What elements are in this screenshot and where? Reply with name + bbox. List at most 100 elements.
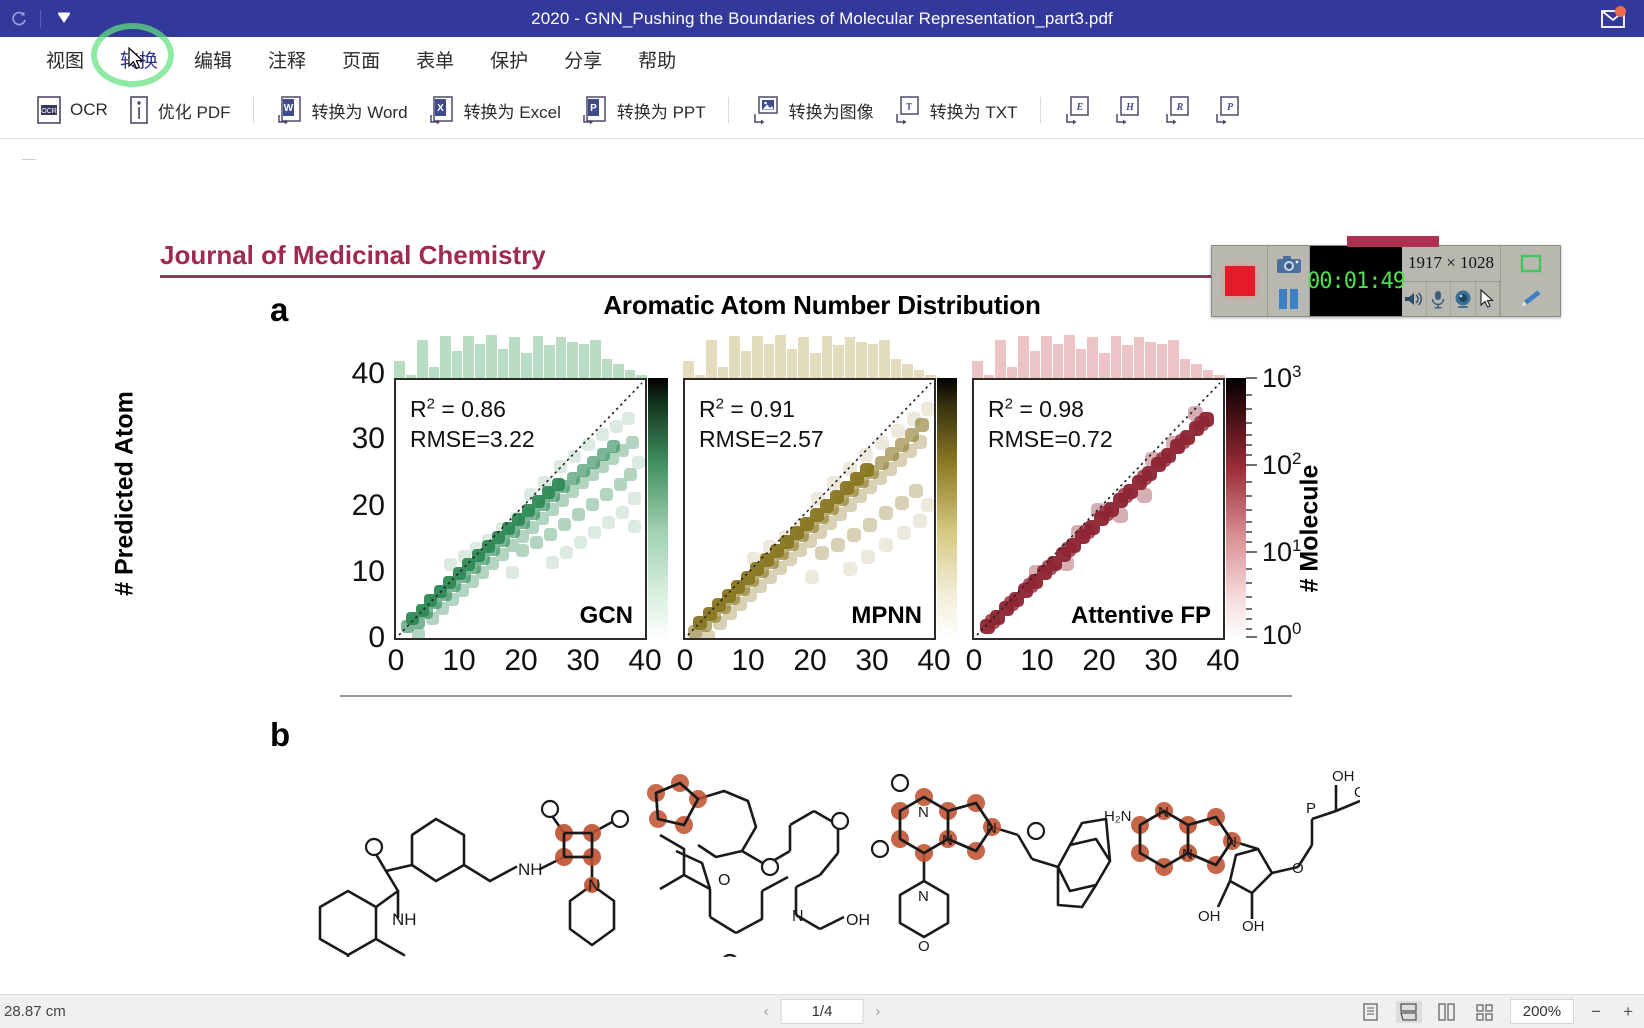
stop-icon (1224, 266, 1255, 296)
panel-gcn[interactable]: R2 = 0.86 RMSE=3.22 GCN (394, 378, 647, 640)
svg-text:P: P (1226, 102, 1233, 113)
panel-separator-rule (340, 695, 1292, 697)
optimize-pdf-label: 优化 PDF (157, 102, 231, 122)
pencil-icon (1520, 288, 1542, 307)
convert-to-txt-button[interactable]: T 转换为 TXT (884, 91, 1028, 129)
page-navigator: ‹ 1/4 › (758, 999, 887, 1024)
next-page-button[interactable]: › (869, 1003, 886, 1020)
page-number-input[interactable]: 1/4 (780, 999, 864, 1024)
recorder-pointer-button[interactable] (1476, 281, 1500, 316)
convert-to-excel-button[interactable]: X 转换为 Excel (418, 91, 571, 129)
panel-mpnn-stats: R2 = 0.91 RMSE=2.57 (699, 394, 824, 455)
recorder-annotate-button[interactable] (1501, 281, 1560, 316)
convert-to-rtf-button[interactable]: R (1153, 91, 1203, 129)
menu-form[interactable]: 表单 (398, 42, 472, 77)
convert-to-txt-label: 转换为 TXT (929, 102, 1018, 122)
panel-mpnn-r2: R2 = 0.91 (699, 395, 795, 422)
region-icon (1520, 254, 1541, 272)
zoom-out-button[interactable]: − (1586, 1002, 1606, 1022)
svg-text:N: N (1182, 846, 1193, 863)
view-mode-grid[interactable] (1472, 1001, 1498, 1023)
recorder-stop-button[interactable] (1212, 246, 1268, 316)
panel-mpnn-colorbar (937, 378, 957, 640)
recorder-tool-row (1402, 280, 1500, 316)
refresh-icon[interactable] (8, 8, 30, 30)
panel-attentivefp-x-tick-10: 10 (1020, 644, 1054, 677)
panel-mpnn-rmse: RMSE=2.57 (699, 426, 824, 453)
menu-edit[interactable]: 编辑 (176, 42, 250, 77)
recorder-region-button[interactable] (1501, 246, 1560, 281)
convert-to-image-label: 转换为图像 (788, 102, 874, 122)
panel-mpnn-x-tick-10: 10 (731, 644, 765, 677)
ocr-button[interactable]: OCR OCR (26, 91, 118, 129)
convert-to-html-button[interactable]: H (1103, 91, 1153, 129)
prev-page-button[interactable]: ‹ (758, 1003, 775, 1020)
panel-attentivefp[interactable]: R2 = 0.98 RMSE=0.72 Attentive FP (972, 378, 1225, 640)
word-icon: W (276, 95, 304, 125)
svg-text:R: R (1175, 102, 1183, 113)
convert-to-ppt-label: 转换为 PPT (616, 102, 706, 122)
panel-attentivefp-x-tick-40: 40 (1206, 644, 1240, 677)
recorder-timer: 00:01:49 (1307, 246, 1406, 316)
zoom-level-input[interactable]: 200% (1509, 999, 1575, 1024)
view-mode-two-page[interactable] (1434, 1001, 1460, 1023)
window-title: 2020 - GNN_Pushing the Boundaries of Mol… (531, 8, 1113, 28)
menu-page[interactable]: 页面 (324, 42, 398, 77)
zoom-in-button[interactable]: + (1618, 1002, 1638, 1022)
menu-view[interactable]: 视图 (28, 42, 102, 77)
recorder-right-section: 1917 × 1028 (1402, 246, 1500, 316)
measurement-readout: 28.87 cm (4, 1003, 66, 1020)
svg-text:O: O (1354, 784, 1360, 801)
menu-share[interactable]: 分享 (546, 42, 620, 77)
y-axis-label: # Predicted Atom (110, 391, 139, 596)
recorder-speaker-button[interactable] (1402, 281, 1427, 316)
panel-gcn-r2: R2 = 0.86 (410, 395, 506, 422)
panel-mpnn-model-label: MPNN (851, 602, 922, 629)
view-mode-continuous[interactable] (1395, 1000, 1422, 1023)
webcam-icon (1455, 290, 1471, 308)
recorder-webcam-button[interactable] (1451, 281, 1476, 316)
svg-text:O: O (1292, 860, 1304, 877)
menu-help[interactable]: 帮助 (620, 42, 694, 77)
pdfa-icon: P (1213, 95, 1243, 125)
recorder-secondary-controls (1268, 246, 1310, 316)
optimize-pdf-button[interactable]: 优化 PDF (118, 91, 241, 129)
convert-to-image-button[interactable]: 转换为图像 (741, 91, 884, 129)
svg-text:W: W (283, 103, 293, 114)
recorder-screenshot-button[interactable] (1268, 246, 1309, 281)
panel-attentivefp-stats: R2 = 0.98 RMSE=0.72 (988, 394, 1113, 455)
panel-attentivefp-x-tick-0: 0 (965, 644, 983, 677)
txt-icon: T (894, 95, 922, 125)
chevron-down-icon[interactable] (51, 8, 77, 30)
y-tick-10: 10 (351, 555, 385, 588)
convert-to-word-label: 转换为 Word (311, 102, 408, 122)
title-bar: 2020 - GNN_Pushing the Boundaries of Mol… (0, 0, 1644, 37)
convert-to-word-button[interactable]: W 转换为 Word (266, 91, 418, 129)
svg-text:N: N (918, 888, 929, 905)
panel-attentivefp-rmse: RMSE=0.72 (988, 426, 1113, 453)
mail-icon[interactable] (1594, 4, 1634, 34)
recorder-microphone-button[interactable] (1427, 281, 1451, 316)
svg-text:OH: OH (846, 912, 870, 929)
screen-recorder-toolbar[interactable]: 00:01:49 1917 × 1028 (1211, 236, 1561, 317)
grid-page-icon (1476, 1003, 1493, 1021)
ppt-icon: P (581, 95, 609, 125)
convert-to-epub-button[interactable]: E (1053, 91, 1103, 129)
panel-mpnn-x-tick-0: 0 (676, 644, 694, 677)
colorbar-tick-1: 100 (1262, 619, 1302, 650)
continuous-page-icon (1400, 1002, 1417, 1021)
toolbar-separator-2 (727, 97, 729, 123)
convert-to-ppt-button[interactable]: P 转换为 PPT (571, 91, 716, 129)
menu-protect[interactable]: 保护 (472, 42, 546, 77)
status-bar-right: 200% − + (1358, 999, 1638, 1024)
panel-gcn-x-tick-20: 20 (504, 644, 538, 677)
panel-gcn-colorbar (648, 378, 668, 640)
menu-convert[interactable]: 转换 (102, 42, 176, 77)
panel-mpnn[interactable]: R2 = 0.91 RMSE=2.57 MPNN (683, 378, 936, 640)
ocr-label: OCR (70, 100, 108, 119)
convert-to-pdfa-button[interactable]: P (1203, 91, 1253, 129)
recorder-pause-button[interactable] (1268, 281, 1309, 316)
recorder-tab-handle[interactable] (1347, 236, 1439, 247)
menu-annotate[interactable]: 注释 (250, 42, 324, 77)
view-mode-single-page[interactable] (1358, 1001, 1384, 1023)
